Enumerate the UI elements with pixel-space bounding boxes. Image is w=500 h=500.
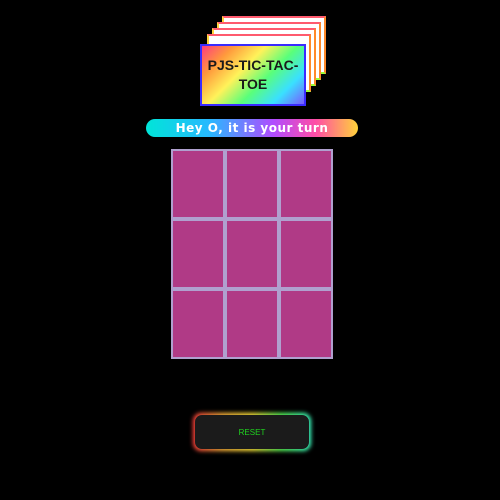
game-board — [171, 149, 333, 359]
turn-status-text: Hey O, it is your turn — [175, 121, 329, 135]
board-cell-9[interactable] — [279, 289, 333, 359]
board-cell-3[interactable] — [279, 149, 333, 219]
board-cell-6[interactable] — [279, 219, 333, 289]
board-cell-1[interactable] — [171, 149, 225, 219]
turn-status-banner: Hey O, it is your turn — [146, 119, 358, 137]
board-cell-2[interactable] — [225, 149, 279, 219]
board-cell-5[interactable] — [225, 219, 279, 289]
reset-button[interactable]: RESET — [195, 415, 309, 449]
title-card: PJS-TIC-TAC-TOE — [200, 44, 306, 106]
page-title: PJS-TIC-TAC-TOE — [207, 57, 299, 92]
board-cell-7[interactable] — [171, 289, 225, 359]
title-card-stack: PJS-TIC-TAC-TOE — [200, 16, 330, 106]
board-cell-4[interactable] — [171, 219, 225, 289]
board-cell-8[interactable] — [225, 289, 279, 359]
